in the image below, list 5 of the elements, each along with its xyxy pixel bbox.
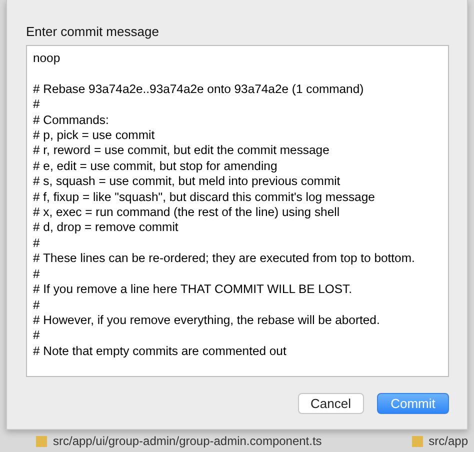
dialog-title: Enter commit message xyxy=(26,24,160,39)
commit-message-field[interactable]: noop # Rebase 93a74a2e..93a74a2e onto 93a74a2e (1 command) # # Commands: # p, pick = use commit # r, reword = use commit, but edit the commit message # e, edit = use commit, but stop for amending # s, squash = use commit, but meld into previous commit # f, fixup = like "squash", but discard this commit's log message # x, exec = run command (the rest of the line) using shell # d, drop = remove commit # # These lines can be re-ordered; they are executed from top to bottom. # # If you remove a line here THAT COMMIT WILL BE LOST. # # However, if you remove everything, the rebase will be aborted. # # Note that empty commits are commented out xyxy=(26,45,449,377)
cancel-button[interactable]: Cancel xyxy=(298,393,364,414)
file-path[interactable]: src/app/ui/group-admin/group-admin.component.ts xyxy=(53,434,322,448)
file-path[interactable]: src/app xyxy=(428,434,468,448)
